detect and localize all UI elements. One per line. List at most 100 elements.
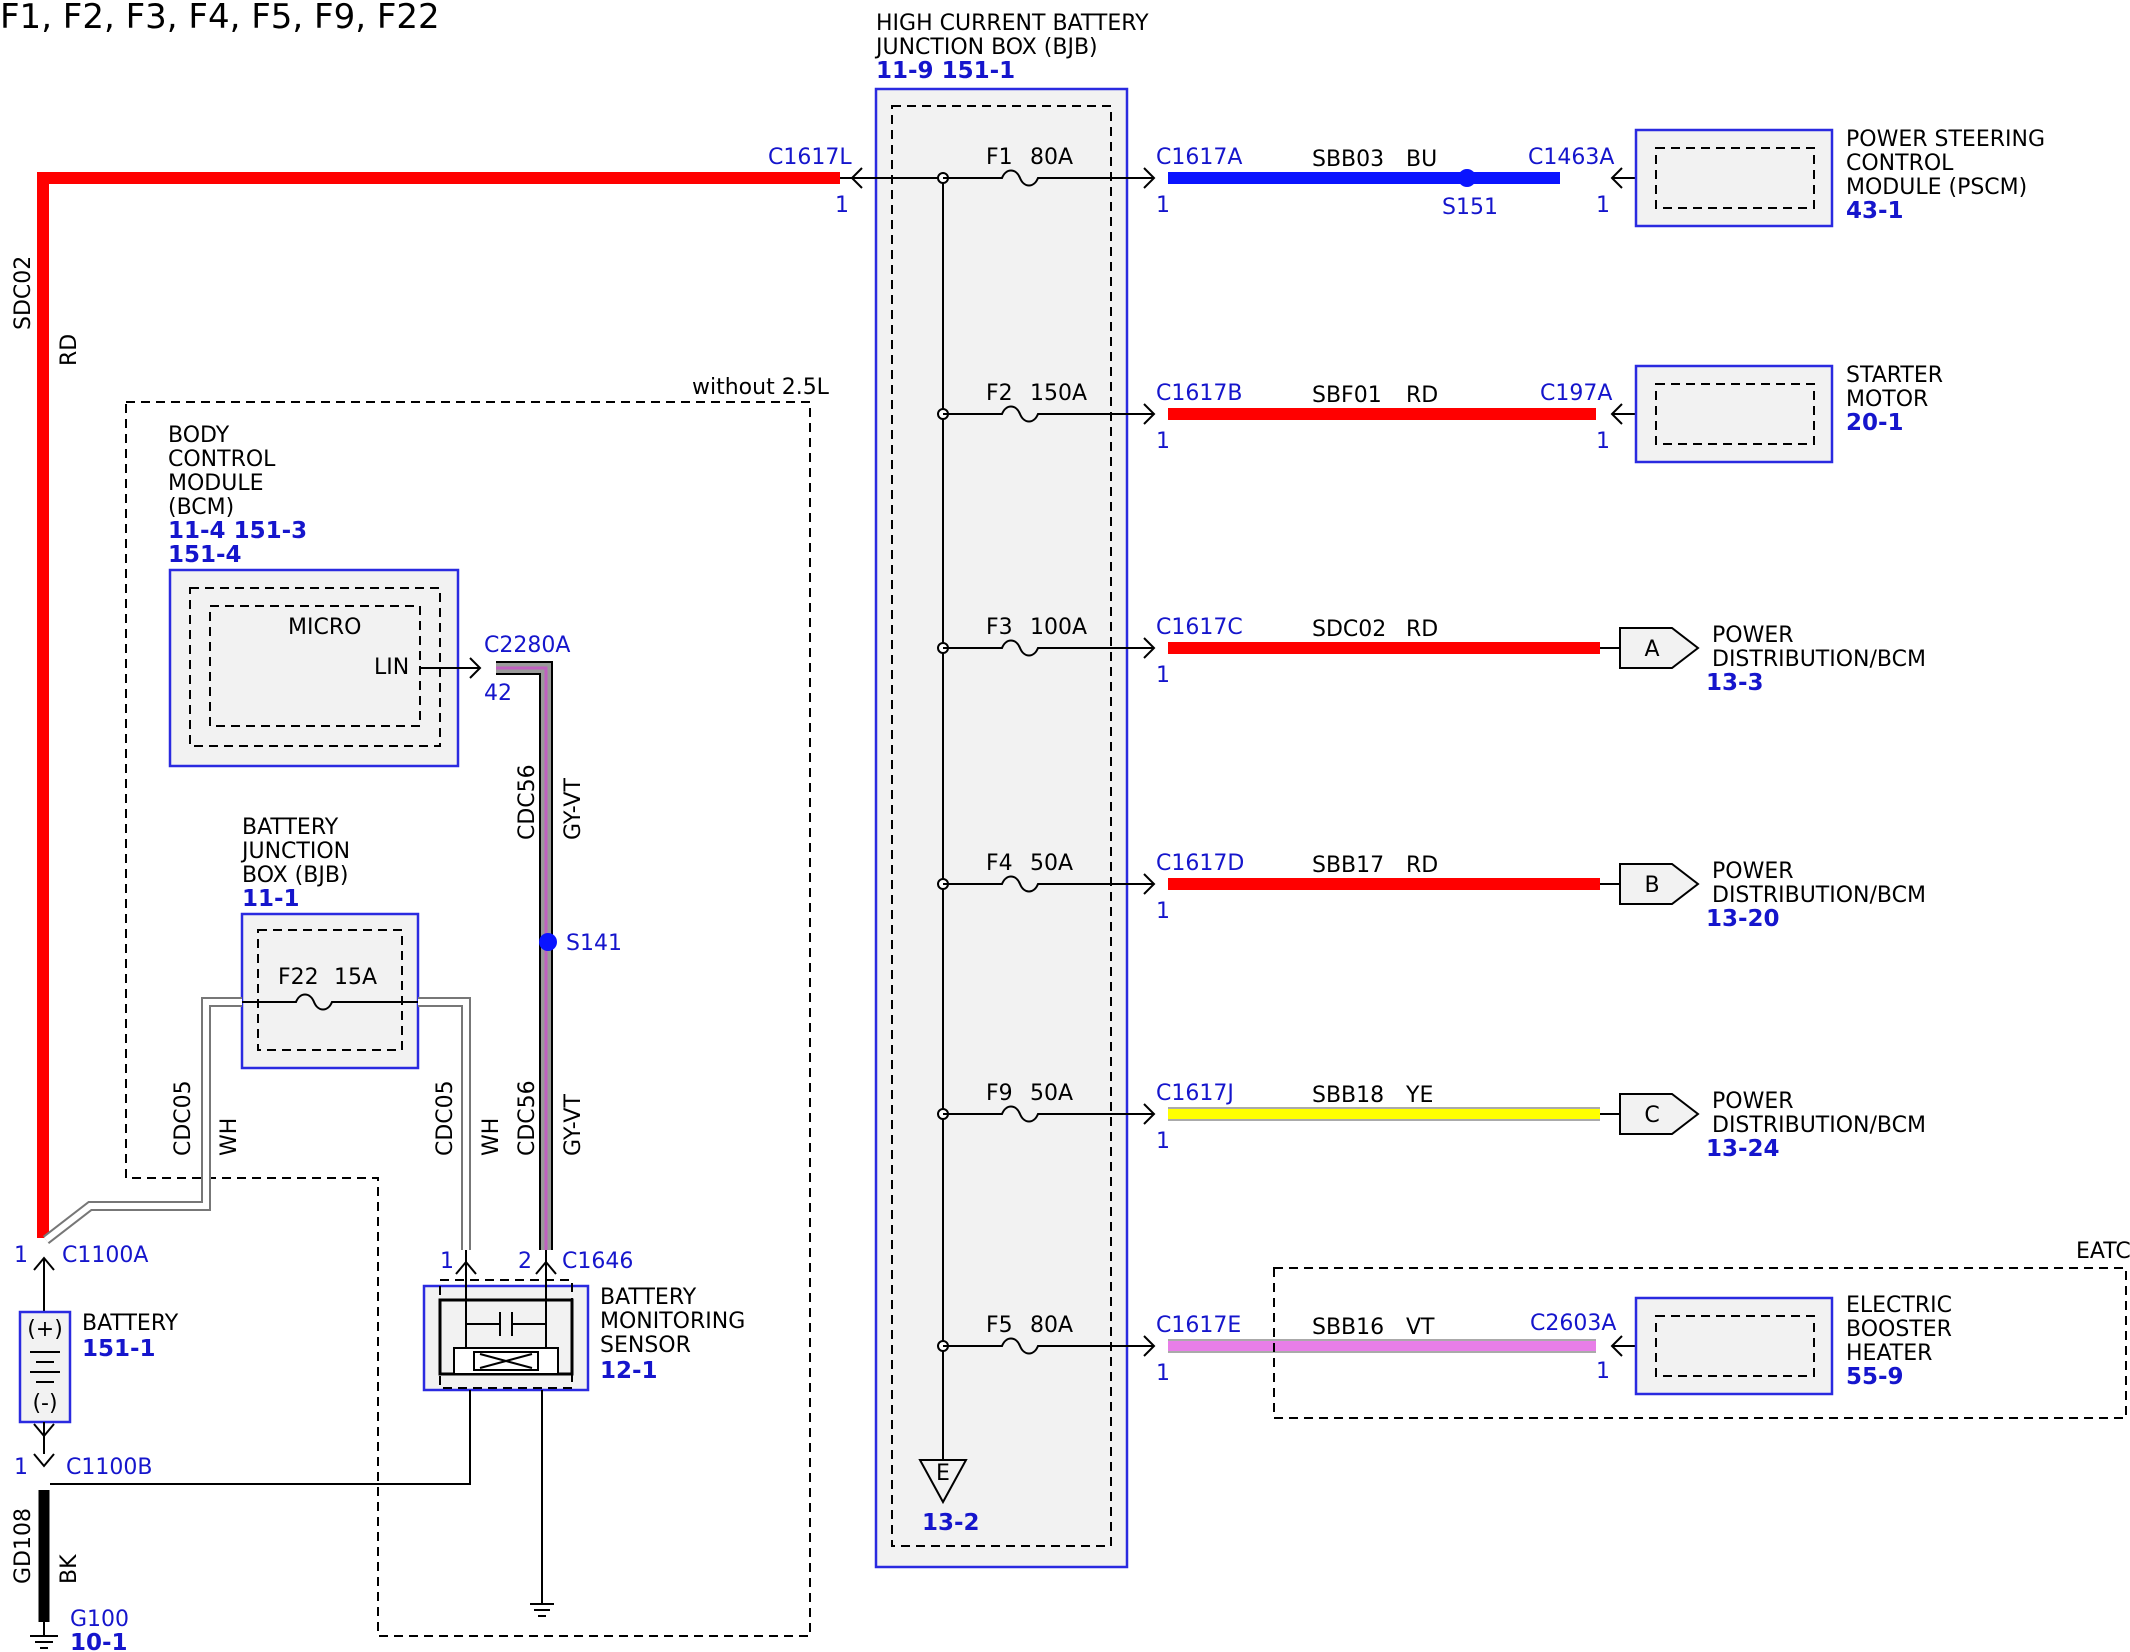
gd108-color: BK bbox=[57, 1554, 82, 1584]
fuse-pin: 1 bbox=[1156, 899, 1170, 924]
heater-ref[interactable]: 55-9 bbox=[1846, 1364, 1904, 1390]
bcm-connector: C2280A bbox=[484, 633, 570, 658]
bjb-ref[interactable]: 11-1 bbox=[242, 886, 300, 912]
circuit-id: SDC02 bbox=[1312, 617, 1386, 642]
fuse-label: F4 bbox=[986, 851, 1013, 876]
fuse-pin: 1 bbox=[1156, 429, 1170, 454]
eatc-label: EATC bbox=[2076, 1239, 2130, 1264]
heater-name-line1: ELECTRIC bbox=[1846, 1293, 1952, 1318]
pd-b-ref[interactable]: 13-20 bbox=[1706, 906, 1780, 932]
ground-g100: G100 bbox=[70, 1607, 129, 1632]
pd-a-line1: POWER bbox=[1712, 623, 1794, 648]
pd-c-line1: POWER bbox=[1712, 1089, 1794, 1114]
f22-rating: 15A bbox=[334, 965, 377, 990]
starter-box bbox=[1634, 364, 1834, 464]
circuit-id: SBF01 bbox=[1312, 383, 1382, 408]
hcbjb-name-line2: JUNCTION BOX (BJB) bbox=[874, 35, 1098, 60]
starter-ref[interactable]: 20-1 bbox=[1846, 410, 1904, 436]
circuit-id: SBB03 bbox=[1312, 147, 1384, 172]
fuse-connector: C1617B bbox=[1156, 381, 1242, 406]
fuse-rating: 50A bbox=[1030, 851, 1073, 876]
bms-connector: C1646 bbox=[562, 1249, 633, 1274]
bms-component: 1 2 C1646 BATTERY MONITORING SENSOR 12-1 bbox=[50, 1249, 745, 1617]
pd-a-line2: DISTRIBUTION/BCM bbox=[1712, 647, 1926, 672]
cdc56-circuit-upper: CDC56 bbox=[515, 764, 540, 840]
pscm-connector: C1463A bbox=[1528, 145, 1614, 170]
pscm-box bbox=[1634, 128, 1834, 228]
gd108-circuit: GD108 bbox=[11, 1508, 36, 1584]
battery-connector-bottom: C1100B bbox=[66, 1455, 152, 1480]
fuse-pin: 1 bbox=[1156, 1129, 1170, 1154]
pscm-ref[interactable]: 43-1 bbox=[1846, 198, 1904, 224]
fuse-rating: 80A bbox=[1030, 145, 1073, 170]
bjb-name-line1: BATTERY bbox=[242, 815, 339, 840]
cdc56-color-lower: GY-VT bbox=[561, 1094, 586, 1156]
bcm-refs-line1[interactable]: 11-4 151-3 bbox=[168, 518, 307, 544]
pd-c-ref[interactable]: 13-24 bbox=[1706, 1136, 1780, 1162]
heater-component: EATC C2603A 1 ELECTRIC BOOSTER HEATER 55… bbox=[1273, 1239, 2130, 1419]
battery-plus: (+) bbox=[27, 1317, 63, 1342]
starter-connector: C197A bbox=[1540, 381, 1612, 406]
fuse-connector: C1617D bbox=[1156, 851, 1244, 876]
flag-a-label: A bbox=[1644, 637, 1659, 662]
fuse-connector: C1617C bbox=[1156, 615, 1243, 640]
page-title: F1, F2, F3, F4, F5, F9, F22 bbox=[0, 0, 440, 37]
splice-s151: S151 bbox=[1442, 195, 1498, 220]
battery-ref[interactable]: 151-1 bbox=[82, 1336, 156, 1362]
input-pin: 1 bbox=[835, 193, 849, 218]
ground-ref[interactable]: 10-1 bbox=[70, 1630, 128, 1652]
flag-b-label: B bbox=[1644, 873, 1659, 898]
pd-b-line2: DISTRIBUTION/BCM bbox=[1712, 883, 1926, 908]
hcbjb-ground-ref[interactable]: 13-2 bbox=[922, 1510, 980, 1536]
power-dist-b: B POWER DISTRIBUTION/BCM 13-20 bbox=[1619, 859, 1926, 932]
hcbjb-name-line1: HIGH CURRENT BATTERY bbox=[876, 11, 1149, 36]
splice-s141: S141 bbox=[566, 931, 622, 956]
cdc05-circuit-left: CDC05 bbox=[171, 1080, 196, 1156]
fuse-pin: 1 bbox=[1156, 193, 1170, 218]
bcm-name-line3: MODULE bbox=[168, 471, 264, 496]
pscm-name-line1: POWER STEERING bbox=[1846, 127, 2045, 152]
bms-pin1: 1 bbox=[440, 1249, 454, 1274]
battery-pin-top: 1 bbox=[14, 1243, 28, 1268]
flag-c-label: C bbox=[1644, 1103, 1659, 1128]
bms-name-line3: SENSOR bbox=[600, 1333, 691, 1358]
bcm-refs-line2[interactable]: 151-4 bbox=[168, 542, 242, 568]
battery-pin-bottom: 1 bbox=[14, 1455, 28, 1480]
bms-name-line1: BATTERY bbox=[600, 1285, 697, 1310]
starter-name-line2: MOTOR bbox=[1846, 387, 1928, 412]
bms-name-line2: MONITORING bbox=[600, 1309, 745, 1334]
battery-name: BATTERY bbox=[82, 1311, 179, 1336]
bjb-box bbox=[240, 912, 420, 1070]
fuse-rating: 50A bbox=[1030, 1081, 1073, 1106]
pscm-name-line3: MODULE (PSCM) bbox=[1846, 175, 2027, 200]
battery-component: 1 C1100A (+) (-) BATTERY 151-1 1 C1100B … bbox=[11, 1243, 179, 1652]
ground-flag-label: E bbox=[936, 1461, 950, 1486]
fuse-label: F5 bbox=[986, 1313, 1013, 1338]
cdc05-color-right: WH bbox=[479, 1118, 504, 1156]
circuit-id: SBB18 bbox=[1312, 1083, 1384, 1108]
bms-ref[interactable]: 12-1 bbox=[600, 1358, 658, 1384]
fuse-label: F1 bbox=[986, 145, 1013, 170]
hcbjb-refs[interactable]: 11-9 151-1 bbox=[876, 58, 1015, 84]
main-wire-color: RD bbox=[57, 334, 82, 366]
bjb-component: BATTERY JUNCTION BOX (BJB) 11-1 F22 15A bbox=[240, 815, 420, 1070]
starter-component: C197A 1 STARTER MOTOR 20-1 bbox=[1540, 363, 1943, 464]
fuse-rating: 100A bbox=[1030, 615, 1087, 640]
pd-a-ref[interactable]: 13-3 bbox=[1706, 670, 1764, 696]
wire-color-code: RD bbox=[1406, 617, 1438, 642]
cdc05-color-left: WH bbox=[217, 1118, 242, 1156]
f22-label: F22 bbox=[278, 965, 319, 990]
bcm-name-line1: BODY bbox=[168, 423, 230, 448]
bcm-name-line2: CONTROL bbox=[168, 447, 276, 472]
bcm-pin-name: LIN bbox=[374, 655, 409, 680]
fuse-label: F2 bbox=[986, 381, 1013, 406]
fuse-pin: 1 bbox=[1156, 663, 1170, 688]
splice-s141-dot bbox=[539, 933, 557, 951]
cdc05-circuit-right: CDC05 bbox=[433, 1080, 458, 1156]
starter-pin: 1 bbox=[1596, 429, 1610, 454]
power-dist-a: A POWER DISTRIBUTION/BCM 13-3 bbox=[1619, 623, 1926, 696]
pd-c-line2: DISTRIBUTION/BCM bbox=[1712, 1113, 1926, 1138]
circuit-id: SBB16 bbox=[1312, 1315, 1384, 1340]
cdc56-color-upper: GY-VT bbox=[561, 778, 586, 840]
bcm-pin: 42 bbox=[484, 681, 512, 706]
